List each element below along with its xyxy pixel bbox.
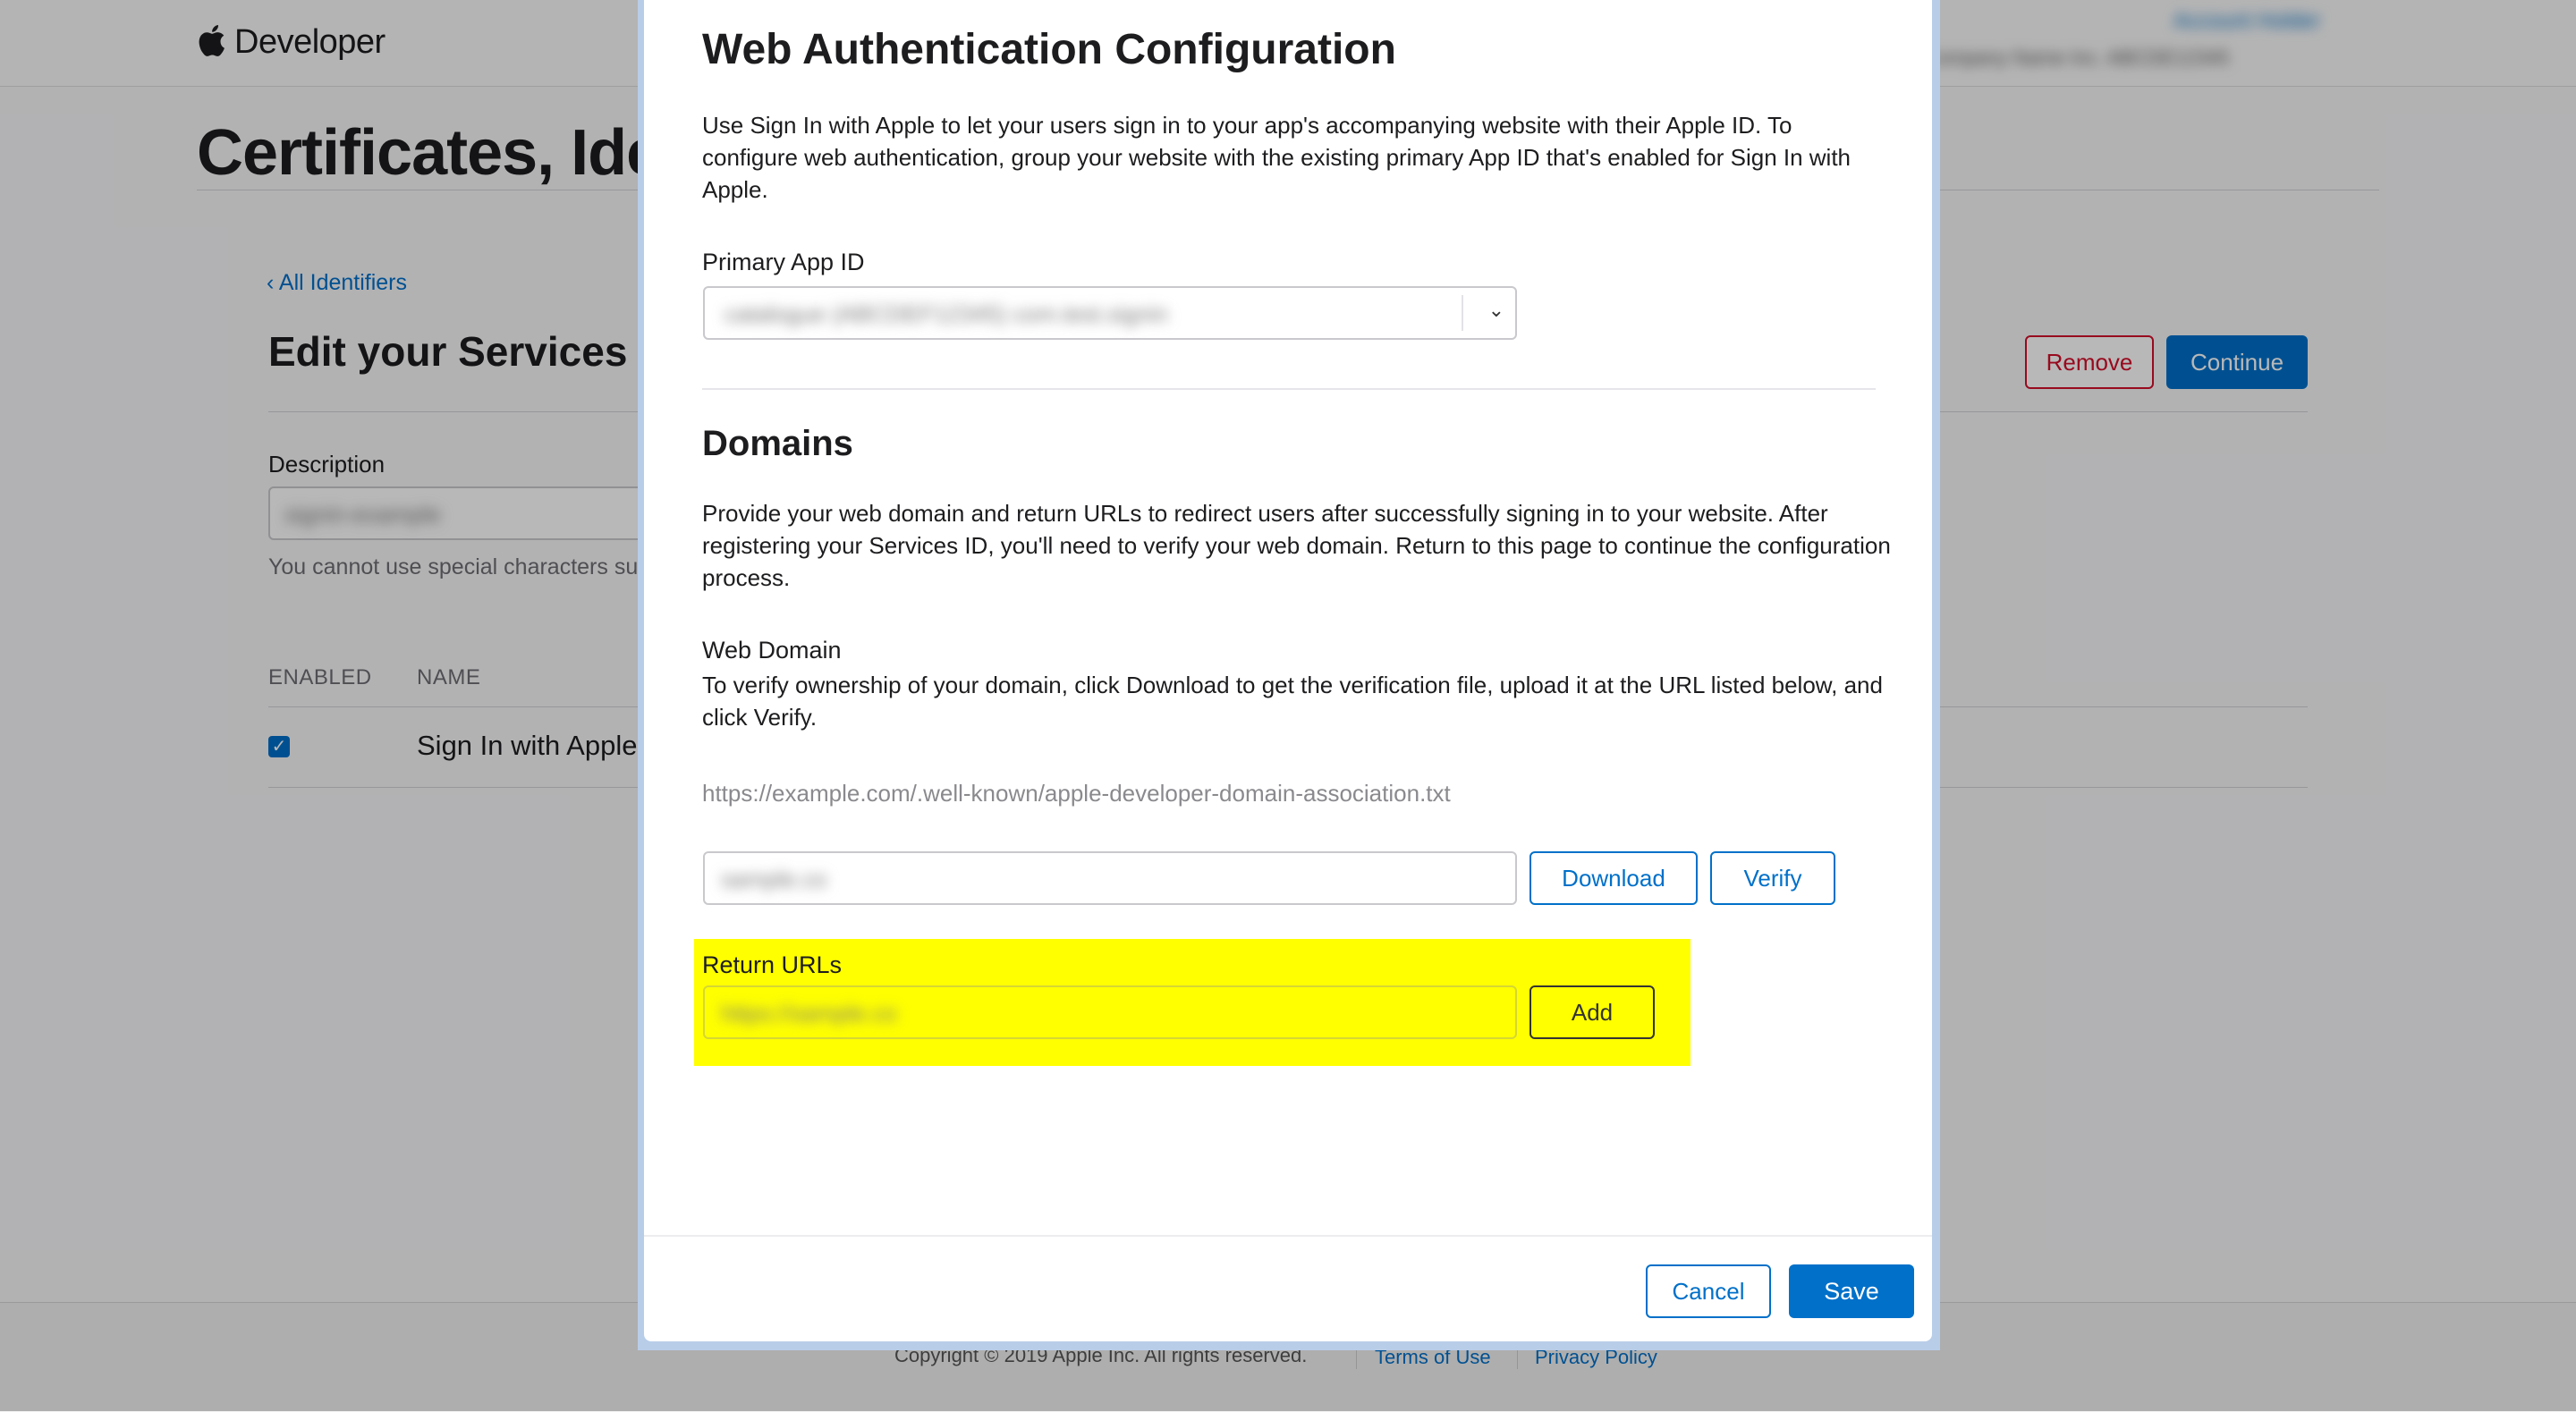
web-domain-input[interactable]: sample.co [703,851,1517,905]
save-button[interactable]: Save [1789,1264,1914,1318]
web-domain-value: sample.co [721,866,827,892]
return-urls-label: Return URLs [702,951,843,978]
modal-intro: Use Sign In with Apple to let your users… [702,112,1852,203]
select-separator [1462,295,1463,331]
return-url-value: https://sample.co [721,1000,897,1027]
domains-heading: Domains [702,424,853,463]
modal-footer-divider [644,1235,1932,1237]
modal-title: Web Authentication Configuration [702,26,1396,73]
chevron-down-icon[interactable]: ⌄ [1488,299,1504,322]
modal-section-divider [702,388,1876,390]
return-url-input[interactable]: https://sample.co [703,985,1517,1039]
download-button[interactable]: Download [1530,851,1698,905]
add-return-url-button[interactable]: Add [1530,985,1655,1039]
web-auth-config-modal: Web Authentication Configuration Use Sig… [644,0,1932,1341]
domains-description: Provide your web domain and return URLs … [702,500,1891,591]
primary-app-id-label: Primary App ID [702,249,865,275]
web-domain-label: Web Domain [702,637,842,664]
verify-button[interactable]: Verify [1710,851,1835,905]
primary-app-id-value: catalogue (ABCDEF12345) com.test.signin [724,300,1168,327]
web-domain-description: To verify ownership of your domain, clic… [702,672,1883,731]
cancel-button[interactable]: Cancel [1646,1264,1771,1318]
primary-app-id-select[interactable]: catalogue (ABCDEF12345) com.test.signin … [703,286,1517,340]
verification-url-hint: https://example.com/.well-known/apple-de… [702,780,1451,807]
